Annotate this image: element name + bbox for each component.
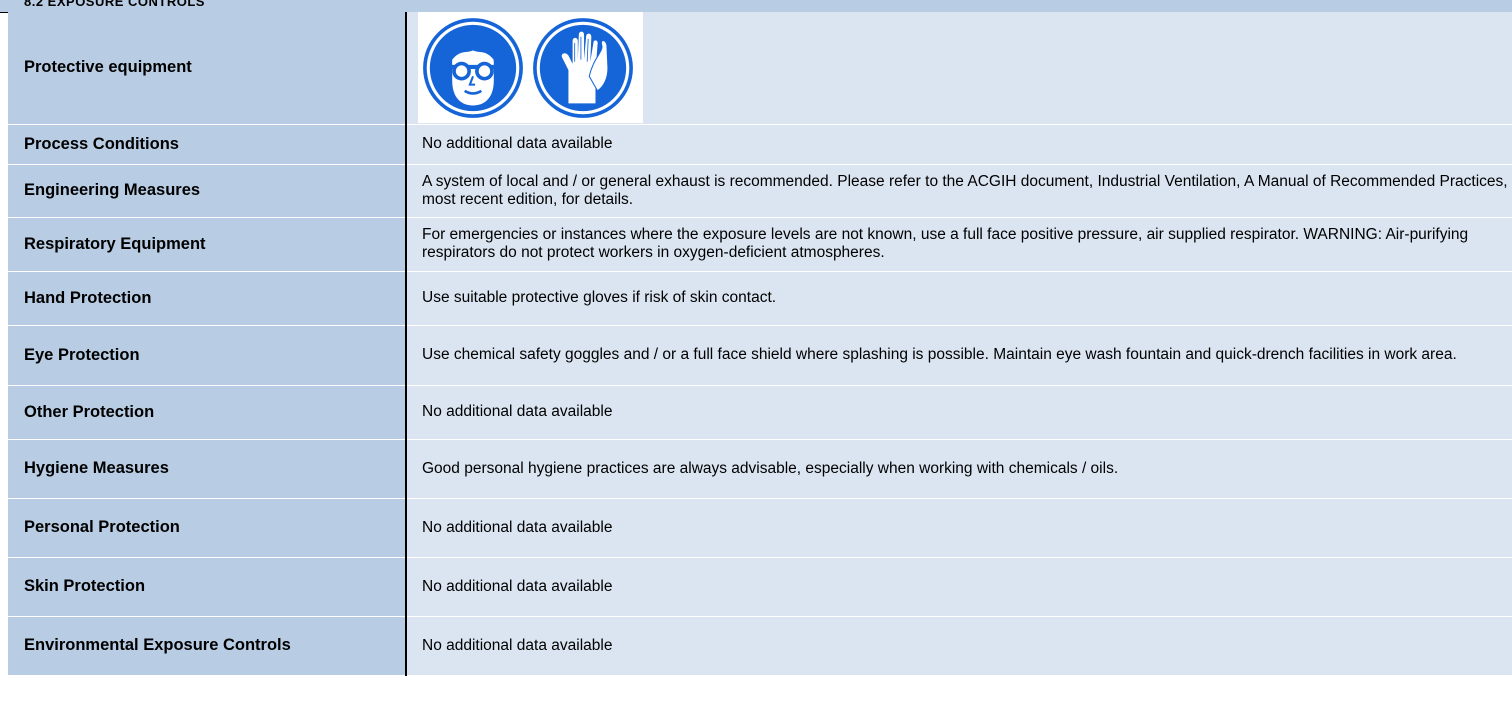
row-value: Use suitable protective gloves if risk o… xyxy=(406,271,1512,326)
row-label: Process Conditions xyxy=(8,124,407,165)
row-value: No additional data available xyxy=(406,557,1512,617)
row-value: No additional data available xyxy=(406,616,1512,676)
row-value: No additional data available xyxy=(406,385,1512,440)
row-label: Engineering Measures xyxy=(8,164,407,218)
sds-exposure-controls-page: 8.2 EXPOSURE CONTROLS Protective equipme… xyxy=(0,0,1512,715)
row-label: Other Protection xyxy=(8,385,407,440)
row-label: Environmental Exposure Controls xyxy=(8,616,407,676)
row-label: Hand Protection xyxy=(8,271,407,326)
table-row: Other Protection No additional data avai… xyxy=(8,385,1512,440)
section-heading: 8.2 EXPOSURE CONTROLS xyxy=(24,0,205,9)
row-value: Use chemical safety goggles and / or a f… xyxy=(406,325,1512,386)
table-row: Respiratory Equipment For emergencies or… xyxy=(8,217,1512,272)
row-value: A system of local and / or general exhau… xyxy=(406,164,1512,218)
row-value: Good personal hygiene practices are alwa… xyxy=(406,439,1512,499)
row-value: No additional data available xyxy=(406,124,1512,165)
table-row: Eye Protection Use chemical safety goggl… xyxy=(8,325,1512,386)
table-row: Protective equipment xyxy=(8,12,1512,125)
table-row: Process Conditions No additional data av… xyxy=(8,124,1512,165)
row-label: Hygiene Measures xyxy=(8,439,407,499)
row-label: Protective equipment xyxy=(8,12,407,125)
exposure-controls-table: Protective equipment Process Conditions … xyxy=(8,12,1512,676)
row-label: Personal Protection xyxy=(8,498,407,558)
row-value: For emergencies or instances where the e… xyxy=(406,217,1512,272)
table-row: Environmental Exposure Controls No addit… xyxy=(8,616,1512,676)
table-row: Engineering Measures A system of local a… xyxy=(8,164,1512,218)
row-label: Respiratory Equipment xyxy=(8,217,407,272)
protective-gloves-icon xyxy=(533,17,633,118)
pictogram-group xyxy=(418,12,643,124)
table-row: Personal Protection No additional data a… xyxy=(8,498,1512,558)
table-row: Skin Protection No additional data avail… xyxy=(8,557,1512,617)
safety-goggles-icon xyxy=(423,17,523,118)
table-row: Hygiene Measures Good personal hygiene p… xyxy=(8,439,1512,499)
pictogram-cell xyxy=(406,12,1512,125)
row-value: No additional data available xyxy=(406,498,1512,558)
row-label: Skin Protection xyxy=(8,557,407,617)
row-label: Eye Protection xyxy=(8,325,407,386)
table-row: Hand Protection Use suitable protective … xyxy=(8,271,1512,326)
